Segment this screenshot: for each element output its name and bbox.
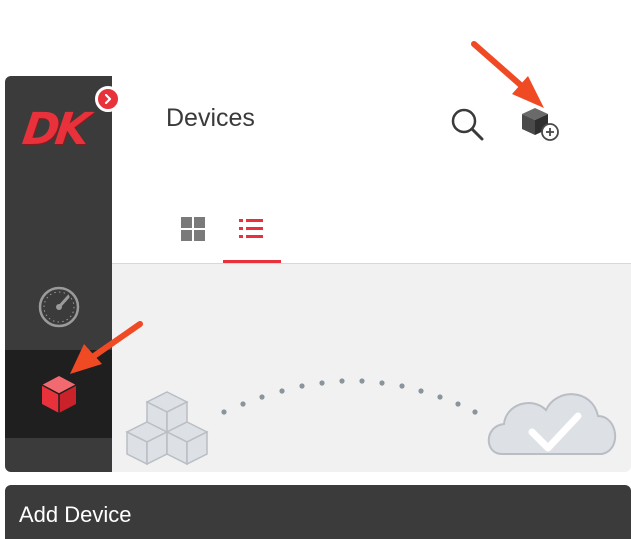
sidebar-item-dashboard[interactable] xyxy=(5,272,112,342)
search-icon xyxy=(451,108,484,141)
grid-view-toggle[interactable] xyxy=(178,214,208,244)
search-button[interactable] xyxy=(449,106,485,142)
empty-state-illustration xyxy=(125,378,617,466)
app-window: DK Devices xyxy=(5,76,631,472)
sidebar: DK xyxy=(5,76,115,472)
add-device-bar: Add Device xyxy=(5,485,631,539)
list-view-toggle[interactable] xyxy=(236,214,266,244)
list-icon xyxy=(239,219,263,238)
grid-icon xyxy=(181,217,205,241)
sidebar-item-devices[interactable] xyxy=(5,350,115,438)
add-device-icon xyxy=(522,108,559,141)
devices-content-area xyxy=(112,263,631,472)
chevron-right-icon xyxy=(104,93,112,105)
sidebar-expand-button[interactable] xyxy=(95,86,121,112)
cube-icon xyxy=(41,376,76,413)
speedometer-icon xyxy=(38,286,79,328)
brand-logo: DK xyxy=(19,104,90,155)
add-device-title: Add Device xyxy=(19,502,132,527)
add-device-button[interactable] xyxy=(519,102,561,144)
page-title: Devices xyxy=(166,104,255,132)
